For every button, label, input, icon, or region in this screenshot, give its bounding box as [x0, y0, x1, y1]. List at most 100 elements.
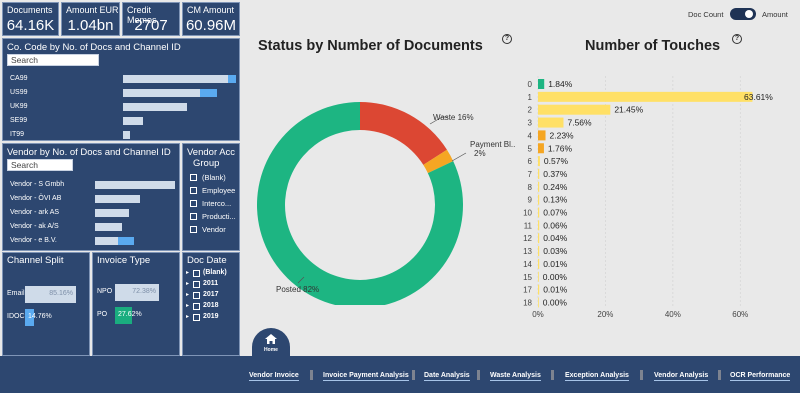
checkbox-label[interactable]: Vendor [202, 225, 226, 234]
nav-tab[interactable]: Vendor Invoice [249, 372, 299, 381]
checkbox-label[interactable]: (Blank) [202, 173, 226, 182]
row-bar[interactable] [123, 75, 236, 83]
nav-tab[interactable]: Date Analysis [424, 372, 470, 381]
row-bar[interactable] [95, 237, 177, 245]
checkbox[interactable] [193, 270, 200, 277]
row-label[interactable]: CA99 [10, 75, 28, 82]
touch-bar[interactable] [538, 246, 540, 257]
checkbox-label[interactable]: 2018 [203, 302, 219, 309]
nav-tab[interactable]: Invoice Payment Analysis [323, 372, 409, 381]
help-icon[interactable]: ? [732, 34, 742, 44]
expand-arrow-icon[interactable]: ▸ [186, 302, 189, 309]
row-label[interactable]: Vendor - S Gmbh [10, 181, 64, 188]
checkbox-label[interactable]: (Blank) [203, 269, 227, 276]
touch-bar[interactable] [538, 91, 753, 102]
slice-label: Payment Bl... [470, 140, 515, 149]
nav-tab[interactable]: Exception Analysis [565, 372, 629, 381]
row-bar[interactable] [95, 223, 177, 231]
home-label: Home [264, 347, 278, 353]
expand-arrow-icon[interactable]: ▸ [186, 269, 189, 276]
row-bar[interactable] [123, 89, 233, 97]
expand-arrow-icon[interactable]: ▸ [186, 291, 189, 298]
row-bar[interactable] [123, 117, 233, 125]
vendor-panel-title: Vendor by No. of Docs and Channel ID [7, 147, 171, 158]
expand-arrow-icon[interactable]: ▸ [186, 313, 189, 320]
touch-bar[interactable] [538, 233, 540, 244]
touch-bar[interactable] [538, 284, 540, 295]
kpi-value: 60.96M [185, 17, 237, 34]
y-tick-label: 5 [528, 144, 533, 153]
checkbox-label[interactable]: Producti... [202, 212, 236, 221]
split-bar[interactable]: 14.76% [25, 309, 52, 326]
touch-bar[interactable] [538, 271, 539, 282]
nav-tab[interactable]: Waste Analysis [490, 372, 541, 381]
y-tick-label: 2 [528, 106, 533, 115]
row-bar[interactable] [95, 195, 177, 203]
touch-bar[interactable] [538, 104, 611, 115]
checkbox-label[interactable]: Employee [202, 186, 235, 195]
toggle-right-label: Amount [762, 10, 788, 19]
row-label[interactable]: US99 [10, 89, 28, 96]
touch-bar[interactable] [538, 143, 544, 154]
checkbox[interactable] [193, 292, 200, 299]
slice-label: Posted 82% [276, 285, 319, 294]
company-search-input[interactable]: Search [7, 54, 99, 66]
row-label[interactable]: SE99 [10, 117, 27, 124]
row-label[interactable]: IT99 [10, 131, 24, 138]
data-label: 0.06% [543, 220, 568, 230]
touch-bar[interactable] [538, 181, 540, 192]
split-bar[interactable]: 27.62% [115, 307, 142, 324]
split-bar[interactable]: 85.16% [25, 286, 76, 303]
row-label[interactable]: UK99 [10, 103, 28, 110]
checkbox-label[interactable]: 2017 [203, 291, 219, 298]
row-label[interactable]: Vendor - ÖVI AB [10, 195, 61, 202]
nav-separator [551, 370, 554, 380]
row-label[interactable]: Vendor - e B.V. [10, 237, 57, 244]
nav-tab[interactable]: OCR Performance [730, 372, 791, 381]
checkbox[interactable] [190, 174, 197, 181]
row-bar[interactable] [123, 131, 233, 139]
data-label: 0.01% [543, 285, 568, 295]
row-bar[interactable] [95, 209, 177, 217]
checkbox[interactable] [193, 314, 200, 321]
nav-tab[interactable]: Vendor Analysis [654, 372, 709, 381]
vendor-search-input[interactable]: Search [7, 159, 73, 171]
touch-bar[interactable] [538, 220, 540, 231]
donut-slice[interactable] [360, 102, 447, 165]
row-label[interactable]: Vendor - ak A/S [10, 223, 59, 230]
checkbox[interactable] [190, 226, 197, 233]
touch-bar[interactable] [538, 297, 539, 308]
checkbox-label[interactable]: 2019 [203, 313, 219, 320]
touch-bar[interactable] [538, 207, 540, 218]
row-bar[interactable] [95, 181, 177, 189]
help-icon[interactable]: ? [502, 34, 512, 44]
home-tab[interactable]: Home [252, 328, 290, 358]
touch-bar[interactable] [538, 117, 564, 128]
checkbox-label[interactable]: Interco... [202, 199, 231, 208]
vendor-acc-group-panel: Vendor Acc Group (Blank) Employee Interco.… [182, 143, 240, 251]
checkbox[interactable] [193, 303, 200, 310]
checkbox[interactable] [190, 200, 197, 207]
row-label[interactable]: Vendor - ark AS [10, 209, 59, 216]
data-label: 21.45% [614, 105, 643, 115]
nav-separator [310, 370, 313, 380]
touch-bar[interactable] [538, 130, 546, 141]
doc-count-amount-toggle[interactable] [730, 8, 756, 20]
y-tick-label: 14 [523, 260, 532, 269]
row-bar[interactable] [123, 103, 233, 111]
bar-segment-primary [95, 195, 140, 203]
checkbox[interactable] [190, 213, 197, 220]
checkbox-label[interactable]: 2011 [203, 280, 218, 287]
split-bar[interactable]: 72.38% [115, 284, 159, 301]
touch-bar[interactable] [538, 156, 540, 167]
touch-bar[interactable] [538, 194, 540, 205]
bar-segment-primary [123, 131, 130, 139]
y-tick-label: 17 [523, 286, 532, 295]
touch-bar[interactable] [538, 79, 545, 89]
checkbox[interactable] [190, 187, 197, 194]
touch-bar[interactable] [538, 168, 540, 179]
expand-arrow-icon[interactable]: ▸ [186, 280, 189, 287]
touch-bar[interactable] [538, 258, 540, 269]
checkbox[interactable] [193, 281, 200, 288]
doc-date-panel: Doc Date ▸ (Blank) ▸ 2011 ▸ 2017 ▸ 2018 ▸ 2019 [182, 252, 240, 356]
